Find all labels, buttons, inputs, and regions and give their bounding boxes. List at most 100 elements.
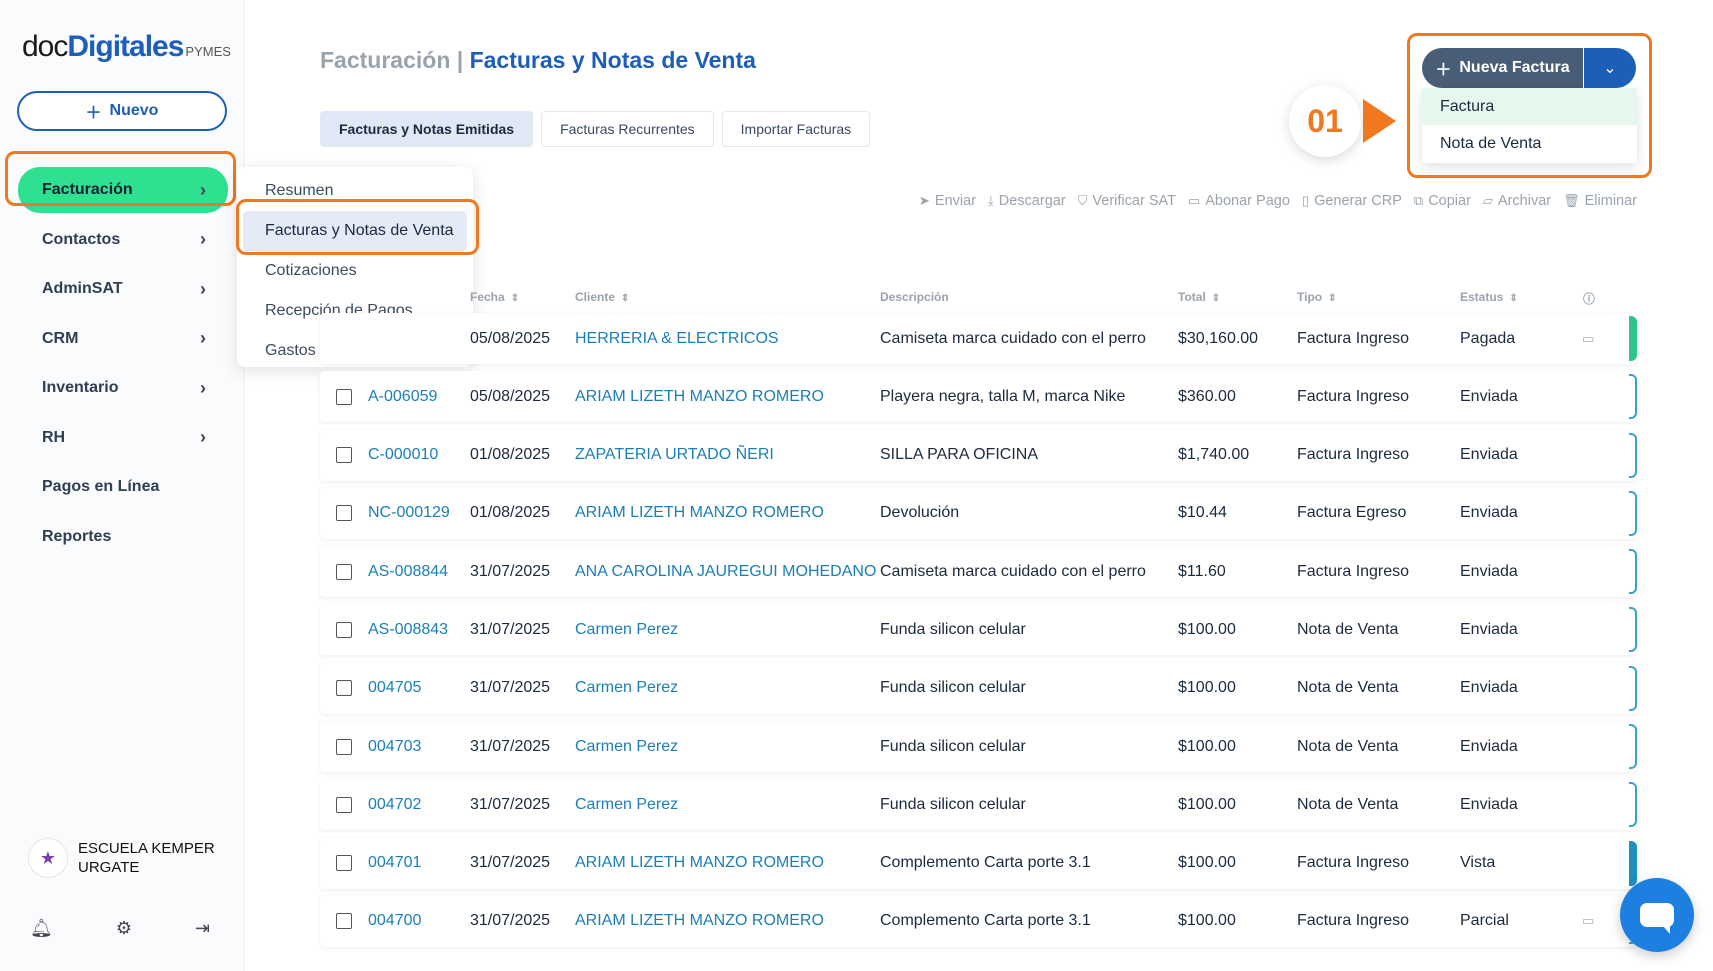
client-link[interactable]: ANA CAROLINA JAUREGUI MOHEDANO [575,546,876,597]
table-row[interactable]: 004703 31/07/2025 Carmen Perez Funda silico… [320,721,1637,773]
row-checkbox[interactable] [336,663,352,714]
gear-icon[interactable]: ⚙ [116,918,132,939]
submenu-item-cotizaciones[interactable]: Cotizaciones [243,251,467,291]
folio-link[interactable]: A-006059 [368,371,437,422]
table-row[interactable]: 004700 31/07/2025 ARIAM LIZETH MANZO ROMER… [320,895,1637,947]
folio-link[interactable]: AS-008843 [368,604,448,655]
logout-icon[interactable]: ⇥ [195,918,210,939]
new-invoice-option-factura[interactable]: Factura [1422,88,1637,125]
row-checkbox[interactable] [336,604,352,655]
sidebar-item-crm[interactable]: CRM › [18,316,228,362]
table-row[interactable]: 05/08/2025 HERRERIA & ELECTRICOS Camiseta … [320,313,1637,364]
sidebar-item-reportes[interactable]: Reportes [18,514,228,560]
folio-link[interactable]: AS-008844 [368,546,448,597]
header-fecha[interactable]: Fecha ⇕ [470,290,519,304]
client-link[interactable]: ARIAM LIZETH MANZO ROMERO [575,371,824,422]
row-checkbox[interactable] [336,430,352,481]
enviar-button[interactable]: ➤ Enviar [919,193,976,209]
copiar-button[interactable]: ⧉ Copiar [1414,193,1471,209]
client-link[interactable]: Carmen Perez [575,721,678,772]
chevron-down-icon[interactable]: ⌄ [1583,48,1636,88]
type-cell: Nota de Venta [1297,620,1399,638]
client-link[interactable]: Carmen Perez [575,663,678,714]
table-row[interactable]: NC-000129 01/08/2025 ARIAM LIZETH MANZO RO… [320,487,1637,539]
client-link[interactable]: HERRERIA & ELECTRICOS [575,313,779,364]
payment-icon[interactable]: ▭ [1582,896,1594,947]
verificar-sat-button[interactable]: ⛉ Verificar SAT [1078,193,1176,209]
checkbox[interactable] [336,447,352,464]
table-row[interactable]: 004701 31/07/2025 ARIAM LIZETH MANZO ROMER… [320,837,1637,889]
row-checkbox[interactable] [336,838,352,889]
checkbox[interactable] [336,680,352,697]
sidebar-item-rh[interactable]: RH › [18,415,228,461]
client-link[interactable]: ARIAM LIZETH MANZO ROMERO [575,838,824,889]
sidebar-item-facturacion[interactable]: Facturación › [18,167,228,213]
tab-facturas-y-notas-emitidas[interactable]: Facturas y Notas Emitidas [320,111,534,147]
header-total[interactable]: Total ⇕ [1178,290,1220,304]
sidebar-item-contactos[interactable]: Contactos › [18,217,228,263]
abonar-pago-button[interactable]: ▭ Abonar Pago [1188,193,1290,209]
checkbox[interactable] [336,738,352,755]
row-checkbox[interactable] [336,371,352,422]
date-cell: 31/07/2025 [470,854,551,872]
row-checkbox[interactable] [336,721,352,772]
row-checkbox[interactable] [336,488,352,539]
brand-logo[interactable]: docDigitales PYMES [22,30,231,64]
organization[interactable]: ★ ESCUELA KEMPER URGATE [28,838,228,878]
table-row[interactable]: A-006059 05/08/2025 ARIAM LIZETH MANZO ROM… [320,371,1637,423]
eliminar-button[interactable]: 🗑︎ Eliminar [1563,193,1637,209]
header-cliente[interactable]: Cliente ⇕ [575,290,629,304]
folio-link[interactable]: 004702 [368,779,421,830]
table-row[interactable]: 004702 31/07/2025 Carmen Perez Funda silico… [320,779,1637,831]
status-indicator [1629,549,1637,595]
folio-link[interactable]: 004705 [368,663,421,714]
breadcrumb-parent[interactable]: Facturación [320,47,450,73]
row-checkbox[interactable] [336,546,352,597]
table-row[interactable]: C-000010 01/08/2025 ZAPATERIA URTADO ÑERI S… [320,429,1637,481]
folio-link[interactable]: NC-000129 [368,488,450,539]
client-link[interactable]: Carmen Perez [575,779,678,830]
checkbox[interactable] [336,855,352,872]
sidebar-item-inventario[interactable]: Inventario › [18,365,228,411]
client-link[interactable]: ZAPATERIA URTADO ÑERI [575,430,774,481]
generar-crp-button[interactable]: ▯ Generar CRP [1302,193,1402,209]
bell-icon[interactable]: 🔔︎ [30,918,53,939]
checkbox[interactable] [336,563,352,580]
status-cell: Vista [1460,854,1496,872]
folio-link[interactable]: 004703 [368,721,421,772]
info-icon[interactable]: ⓘ [1583,290,1595,307]
payment-icon[interactable]: ▭ [1582,313,1594,364]
header-tipo[interactable]: Tipo ⇕ [1297,290,1337,304]
chat-button[interactable] [1620,878,1694,952]
client-link[interactable]: ARIAM LIZETH MANZO ROMERO [575,896,824,947]
folio-link[interactable]: C-000010 [368,430,438,481]
descargar-button[interactable]: ⤓ Descargar [988,193,1066,209]
new-invoice-button[interactable]: ＋ Nueva Factura [1422,48,1583,88]
row-checkbox[interactable] [336,896,352,947]
table-row[interactable]: 004705 31/07/2025 Carmen Perez Funda silico… [320,662,1637,714]
sidebar-item-pagos-en-linea[interactable]: Pagos en Línea [18,464,228,510]
header-estatus[interactable]: Estatus ⇕ [1460,290,1518,304]
table-row[interactable]: AS-008844 31/07/2025 ANA CAROLINA JAUREGUI… [320,546,1637,598]
main-nav: Facturación › Contactos › AdminSAT › CRM › Inven… [18,167,228,563]
checkbox[interactable] [336,388,352,405]
checkbox[interactable] [336,505,352,522]
folio-link[interactable]: 004701 [368,838,421,889]
submenu-item-facturas-y-notas-de-venta[interactable]: Facturas y Notas de Venta [243,211,467,251]
table-row[interactable]: AS-008843 31/07/2025 Carmen Perez Funda sil… [320,604,1637,656]
checkbox[interactable] [336,796,352,813]
client-link[interactable]: ARIAM LIZETH MANZO ROMERO [575,488,824,539]
client-link[interactable]: Carmen Perez [575,604,678,655]
checkbox[interactable] [336,913,352,930]
archivar-button[interactable]: ▱ Archivar [1483,193,1551,209]
sidebar-item-adminsat[interactable]: AdminSAT › [18,266,228,312]
checkbox[interactable] [336,621,352,638]
new-button-label: Nuevo [109,102,159,119]
tab-facturas-recurrentes[interactable]: Facturas Recurrentes [541,111,714,147]
new-button[interactable]: ＋ Nuevo [17,91,227,131]
new-invoice-option-nota-de-venta[interactable]: Nota de Venta [1422,125,1637,162]
submenu-item-resumen[interactable]: Resumen [243,171,467,211]
row-checkbox[interactable] [336,779,352,830]
tab-importar-facturas[interactable]: Importar Facturas [721,111,871,147]
folio-link[interactable]: 004700 [368,896,421,947]
